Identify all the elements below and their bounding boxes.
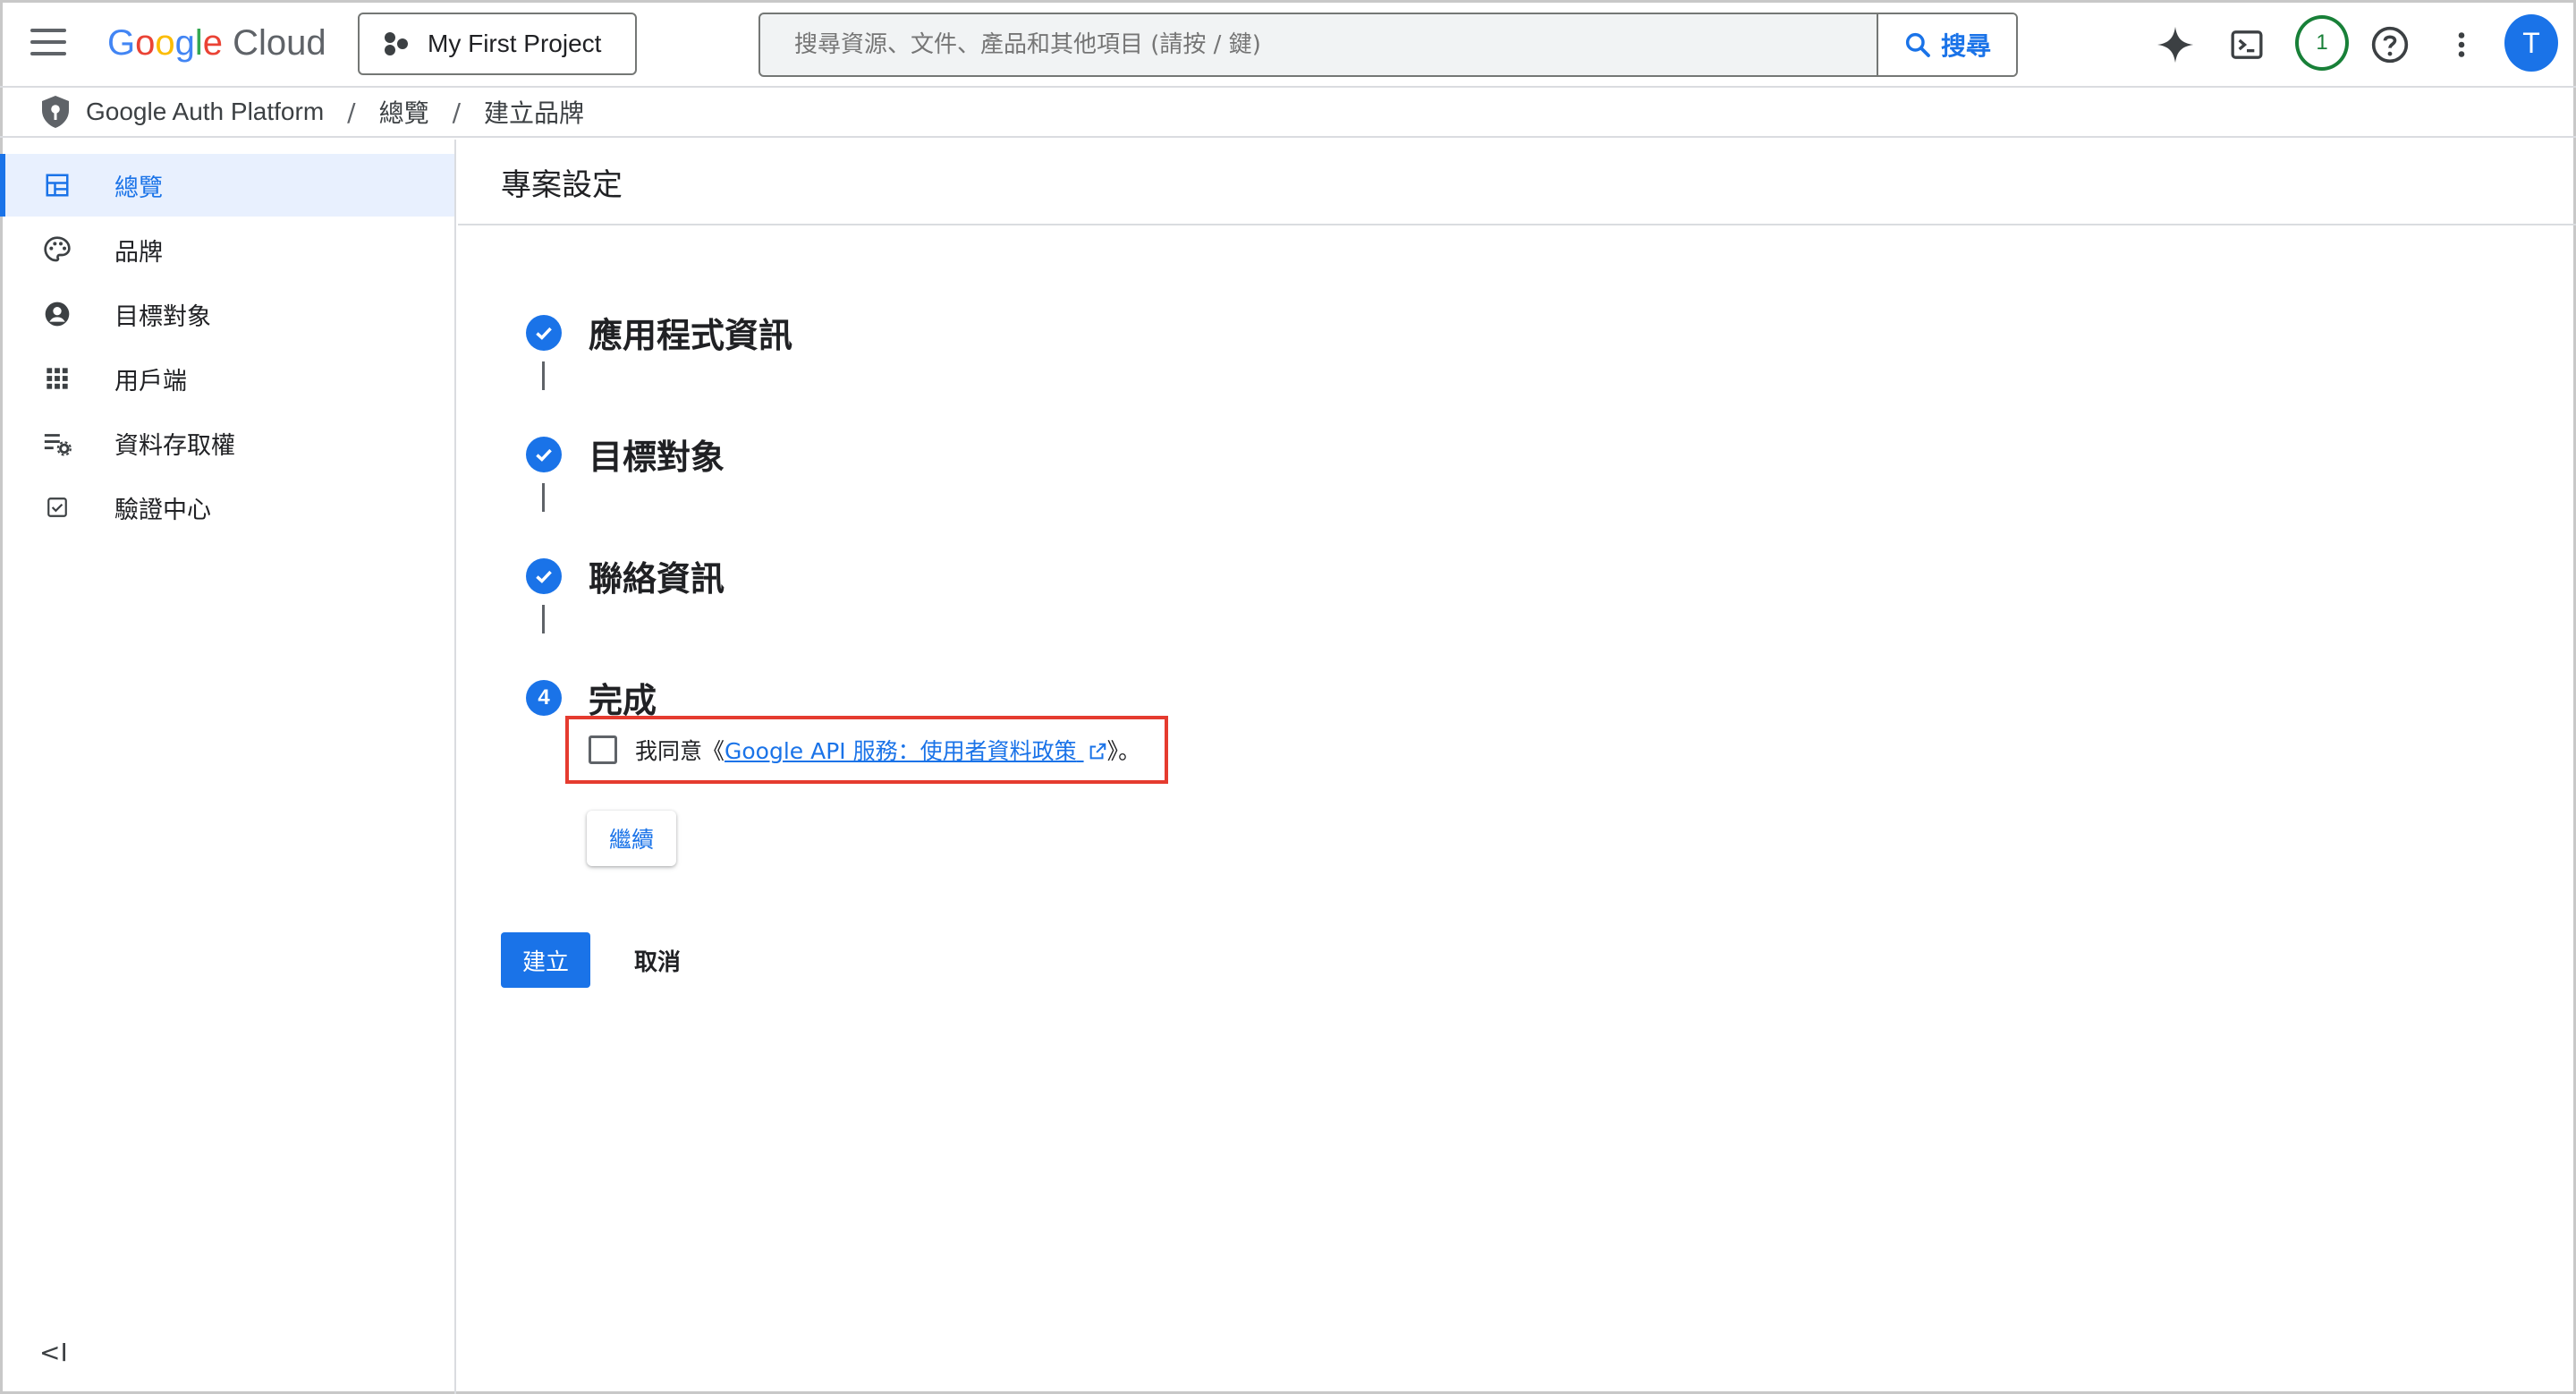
agreement-row: 我同意《 Google API 服務：使用者資料政策 》。 bbox=[565, 716, 1168, 784]
sparkle-icon bbox=[2157, 26, 2194, 64]
open-in-new-icon bbox=[1089, 743, 1106, 760]
search-button-label: 搜尋 bbox=[1940, 31, 1991, 61]
project-label: My First Project bbox=[428, 30, 602, 57]
cloud-shell-button[interactable] bbox=[2220, 18, 2274, 72]
agree-checkbox[interactable] bbox=[589, 735, 617, 764]
sidebar-item-label: 驗證中心 bbox=[114, 496, 211, 524]
notifications-button[interactable]: 1 bbox=[2295, 15, 2349, 71]
sidebar-item-label: 總覽 bbox=[114, 174, 163, 202]
breadcrumb-create-brand: 建立品牌 bbox=[484, 98, 585, 128]
policy-link-text: Google API 服務：使用者資料政策 bbox=[724, 738, 1077, 764]
agreement-suffix: 》。 bbox=[1106, 738, 1141, 764]
check-circle-icon bbox=[526, 557, 562, 594]
sidebar-item-brand[interactable]: 品牌 bbox=[0, 218, 454, 281]
step-contact-info: 聯絡資訊 bbox=[526, 551, 724, 600]
search-icon bbox=[1905, 32, 1930, 57]
page-title: 專案設定 bbox=[501, 166, 623, 203]
google-cloud-logo[interactable]: Google Cloud bbox=[107, 18, 326, 68]
sidebar-item-overview[interactable]: 總覽 bbox=[0, 154, 454, 217]
continue-button[interactable]: 繼續 bbox=[587, 811, 676, 866]
help-button[interactable] bbox=[2363, 18, 2417, 72]
account-button[interactable]: T bbox=[2504, 14, 2558, 72]
help-icon bbox=[2371, 26, 2409, 64]
agreement-prefix: 我同意《 bbox=[635, 738, 725, 764]
data-access-icon bbox=[39, 425, 75, 461]
project-picker-button[interactable]: My First Project bbox=[358, 13, 637, 75]
project-icon bbox=[383, 30, 410, 57]
sidebar-item-label: 資料存取權 bbox=[114, 431, 235, 460]
step-number-badge: 4 bbox=[526, 679, 562, 716]
avatar: T bbox=[2504, 14, 2558, 72]
check-circle-icon bbox=[526, 314, 562, 351]
sidebar-item-label: 目標對象 bbox=[114, 302, 211, 331]
sidebar-item-data-access[interactable]: 資料存取權 bbox=[0, 412, 454, 474]
breadcrumb: Google Auth Platform / 總覽 / 建立品牌 bbox=[0, 88, 2576, 138]
step-connector bbox=[542, 483, 545, 512]
search-input[interactable] bbox=[760, 14, 1877, 75]
user-data-policy-link[interactable]: Google API 服務：使用者資料政策 bbox=[724, 734, 1107, 766]
step-connector bbox=[542, 361, 545, 390]
apps-grid-icon bbox=[39, 361, 75, 396]
more-vert-icon bbox=[2458, 32, 2465, 57]
cancel-button[interactable]: 取消 bbox=[617, 932, 698, 988]
breadcrumb-overview[interactable]: 總覽 bbox=[379, 94, 429, 130]
collapse-sidebar-button[interactable]: <I bbox=[39, 1338, 68, 1367]
top-bar: Google Cloud My First Project 搜尋 1 T bbox=[0, 0, 2576, 88]
notification-count: 1 bbox=[2295, 15, 2349, 71]
sidebar-item-label: 品牌 bbox=[114, 238, 163, 267]
breadcrumb-platform[interactable]: Google Auth Platform bbox=[86, 98, 324, 126]
page-header: 專案設定 bbox=[458, 140, 2576, 225]
sidebar-item-clients[interactable]: 用戶端 bbox=[0, 347, 454, 410]
step-label: 應用程式資訊 bbox=[589, 316, 793, 355]
create-button[interactable]: 建立 bbox=[501, 932, 590, 988]
breadcrumb-separator: / bbox=[452, 97, 462, 127]
search-button[interactable]: 搜尋 bbox=[1877, 14, 2016, 75]
gemini-button[interactable] bbox=[2148, 18, 2202, 72]
terminal-icon bbox=[2231, 30, 2263, 59]
search-bar: 搜尋 bbox=[758, 13, 2018, 77]
step-label: 完成 bbox=[589, 681, 657, 720]
step-finish: 4 完成 bbox=[526, 673, 657, 722]
main-menu-icon[interactable] bbox=[30, 29, 66, 59]
step-app-info: 應用程式資訊 bbox=[526, 308, 792, 357]
collapse-left-icon: <I bbox=[39, 1338, 68, 1367]
sidebar-item-audience[interactable]: 目標對象 bbox=[0, 283, 454, 345]
step-audience: 目標對象 bbox=[526, 429, 724, 479]
account-circle-icon bbox=[39, 296, 75, 332]
more-options-button[interactable] bbox=[2435, 18, 2488, 72]
shield-key-icon bbox=[42, 96, 69, 128]
palette-icon bbox=[39, 232, 75, 268]
check-circle-icon bbox=[526, 436, 562, 472]
step-connector bbox=[542, 605, 545, 633]
step-label: 目標對象 bbox=[589, 438, 725, 477]
breadcrumb-separator: / bbox=[347, 97, 356, 127]
verification-icon bbox=[39, 489, 75, 525]
sidebar-item-label: 用戶端 bbox=[114, 367, 187, 395]
sidebar: 總覽 品牌 目標對象 用戶端 資料存取權 驗證中心 <I bbox=[0, 140, 456, 1394]
sidebar-item-verification[interactable]: 驗證中心 bbox=[0, 476, 454, 539]
dashboard-icon bbox=[39, 167, 75, 203]
step-label: 聯絡資訊 bbox=[589, 559, 725, 599]
